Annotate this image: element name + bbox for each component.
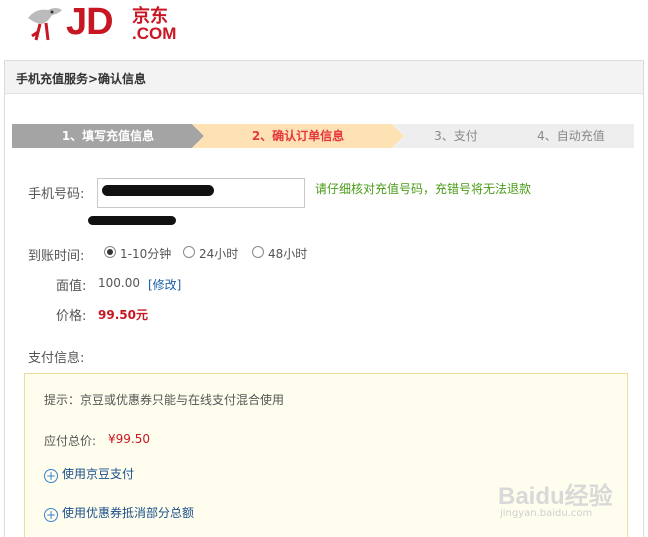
arrival-radio-24h[interactable] (183, 246, 195, 258)
arrival-option-10min[interactable]: 1-10分钟 (120, 245, 171, 262)
phone-number-field[interactable] (97, 178, 305, 208)
phone-number-redaction (102, 185, 214, 196)
arrival-option-48h[interactable]: 48小时 (268, 245, 307, 262)
price-value: 99.50元 (98, 308, 148, 322)
logo-com: .COM (132, 24, 177, 43)
step-fill-info: 1、填写充值信息 (12, 124, 204, 148)
use-coupon-option[interactable]: + 使用优惠券抵消部分总额 (44, 504, 194, 522)
carrier-info-redaction (88, 216, 176, 225)
watermark-url: jingyan.baidu.com (500, 508, 593, 519)
total-price-value: ¥99.50 (108, 432, 150, 446)
logo-wordmark: JD 京东 .COM (66, 1, 176, 43)
plus-circle-icon: + (44, 508, 58, 522)
logo-jd: JD (66, 1, 114, 43)
use-jingdou-option[interactable]: + 使用京豆支付 (44, 465, 134, 483)
face-value: 100.00 (98, 276, 140, 290)
arrival-option-24h[interactable]: 24小时 (199, 245, 238, 262)
plus-circle-icon: + (44, 469, 58, 483)
arrival-radio-48h[interactable] (252, 246, 264, 258)
use-coupon-label: 使用优惠券抵消部分总额 (62, 506, 195, 520)
step-payment: 3、支付 (392, 124, 520, 148)
face-value-label: 面值: (56, 279, 87, 294)
step-auto-recharge: 4、自动充值 (508, 124, 634, 148)
modify-link[interactable]: [修改] (148, 276, 181, 293)
price-label: 价格: (56, 309, 87, 324)
jd-logo[interactable]: JD 京东 .COM (22, 0, 192, 48)
phone-label: 手机号码: (28, 187, 85, 202)
page-title: 手机充值服务>确认信息 (16, 72, 147, 86)
logo-cn: 京东 (132, 6, 168, 26)
phone-hint: 请仔细核对充值号码，充错号将无法退款 (315, 182, 532, 196)
total-price-label: 应付总价: (44, 434, 97, 448)
jd-mascot-dog-icon (28, 8, 62, 41)
payment-tip: 提示：京豆或优惠券只能与在线支付混合使用 (44, 393, 285, 407)
step-confirm-order: 2、确认订单信息 (192, 124, 404, 148)
watermark-main: Baidu经验 (498, 483, 613, 510)
use-jingdou-label: 使用京豆支付 (62, 467, 135, 481)
arrival-time-label: 到账时间: (28, 249, 85, 264)
payment-section-title: 支付信息: (28, 351, 85, 366)
arrival-radio-10min[interactable] (104, 246, 116, 258)
progress-steps: 1、填写充值信息 2、确认订单信息 3、支付 4、自动充值 (12, 124, 634, 148)
baidu-jingyan-watermark: Baidu经验 jingyan.baidu.com (498, 470, 618, 522)
panel-header: 手机充值服务>确认信息 (5, 61, 643, 94)
